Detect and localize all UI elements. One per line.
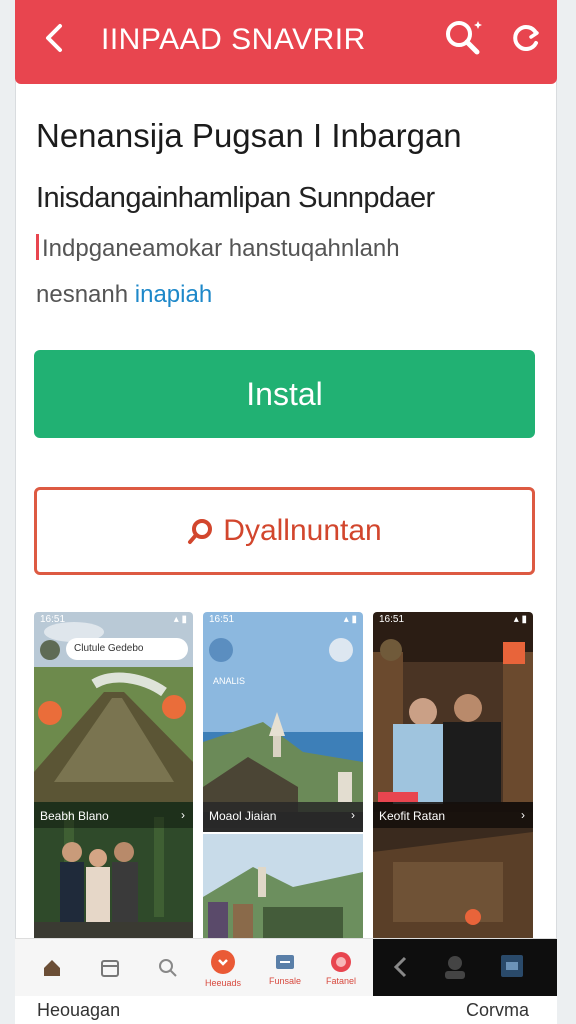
status-bar: 16:51 ▴ ▮: [379, 614, 527, 625]
header-title: IINPAAD SNAVRIR: [101, 23, 366, 56]
status-bar: 16:51 ▴ ▮: [40, 614, 187, 625]
status-bar: 16:51 ▴ ▮: [209, 614, 357, 625]
screenshot-caption: Beabh Blano ›: [34, 802, 193, 828]
calendar-icon: [101, 960, 119, 977]
location-chip[interactable]: Clutule Gedebo: [66, 638, 188, 660]
search-icon: [159, 959, 177, 977]
refresh-icon[interactable]: [509, 20, 543, 56]
image-icon: [276, 954, 294, 969]
app-description-2: nesnanh inapiah: [36, 280, 212, 310]
app-subtitle: Inisdangainhamlipan Sunnpdaer: [36, 182, 435, 214]
nav-label: Fatanel: [325, 975, 357, 986]
nav-label: Funsale: [268, 975, 302, 986]
settings-icon[interactable]: [499, 953, 525, 984]
avatar-icon[interactable]: [441, 953, 469, 986]
search-icon[interactable]: [443, 18, 483, 58]
secondary-button-label: Dyallnuntan: [223, 514, 382, 547]
description-link[interactable]: inapiah: [135, 281, 212, 308]
nav-home[interactable]: [37, 939, 67, 997]
screenshot-caption: Keofit Ratan ›: [373, 802, 533, 828]
footer: Heouagan Corvma: [15, 996, 557, 1024]
nav-favorites[interactable]: Fatanel: [319, 939, 363, 997]
footer-left-label[interactable]: Heouagan: [37, 1000, 120, 1021]
screenshot-caption: Moaol Jiaian ›: [203, 802, 363, 828]
description-line-1: Indpganeamokar hanstuqahnlanh: [42, 235, 400, 262]
screenshot-1[interactable]: 16:51 ▴ ▮ Clutule Gedebo Beabh Blano ›: [34, 612, 193, 942]
screenshot-2[interactable]: 16:51 ▴ ▮ ANALIS Moaol Jiaian ›: [203, 612, 363, 942]
footer-right-label[interactable]: Corvma: [466, 1000, 529, 1021]
map-label: ANALIS: [213, 676, 246, 686]
description-line-2: nesnanh: [36, 281, 129, 308]
app-title: Nenansija Pugsan I Inbargan: [36, 117, 462, 154]
nav-gallery[interactable]: Funsale: [263, 939, 307, 997]
home-icon: [44, 960, 60, 976]
secondary-button[interactable]: Dyallnuntan: [34, 487, 535, 575]
accent-bar: [36, 234, 39, 260]
nav-record[interactable]: Heeuads: [201, 939, 245, 997]
nav-search[interactable]: [153, 939, 183, 997]
record-icon: [211, 949, 235, 974]
heart-icon: [331, 951, 351, 972]
bottom-navigation: Heeuads Funsale Fatanel: [15, 938, 557, 997]
top-app-bar: IINPAAD SNAVRIR: [15, 0, 557, 84]
install-button[interactable]: Instal: [34, 350, 535, 438]
screenshot-3[interactable]: 16:51 ▴ ▮ Keofit Ratan ›: [373, 612, 533, 942]
pin-icon: [187, 495, 215, 544]
avatar: [40, 640, 60, 660]
back-icon[interactable]: [391, 955, 411, 984]
nav-calendar[interactable]: [95, 939, 125, 997]
app-description: Indpganeamokar hanstuqahnlanh: [36, 234, 400, 264]
system-nav-bar: [373, 939, 557, 997]
chevron-left-icon[interactable]: [37, 20, 73, 56]
nav-label: Heeuads: [204, 977, 242, 988]
